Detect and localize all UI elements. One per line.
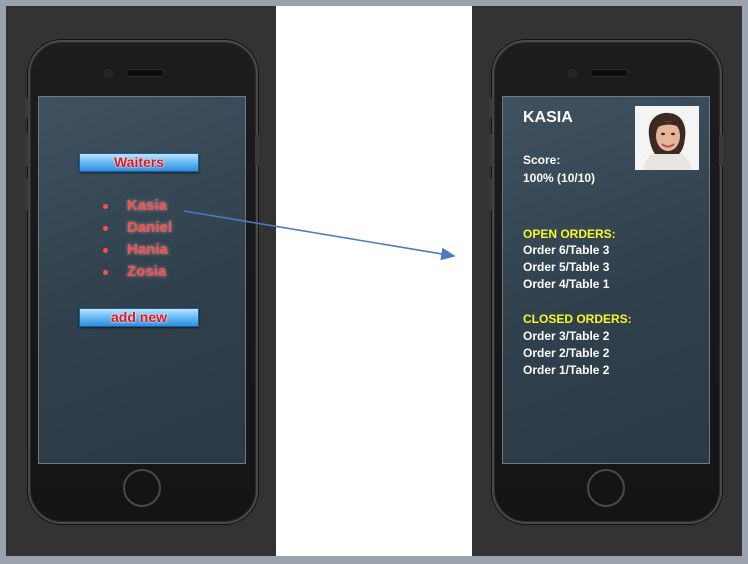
slide: Waiters Kasia Daniel Hania Zosia add new… xyxy=(6,6,742,556)
arrow-line xyxy=(183,210,456,261)
flow-arrow xyxy=(183,210,456,261)
